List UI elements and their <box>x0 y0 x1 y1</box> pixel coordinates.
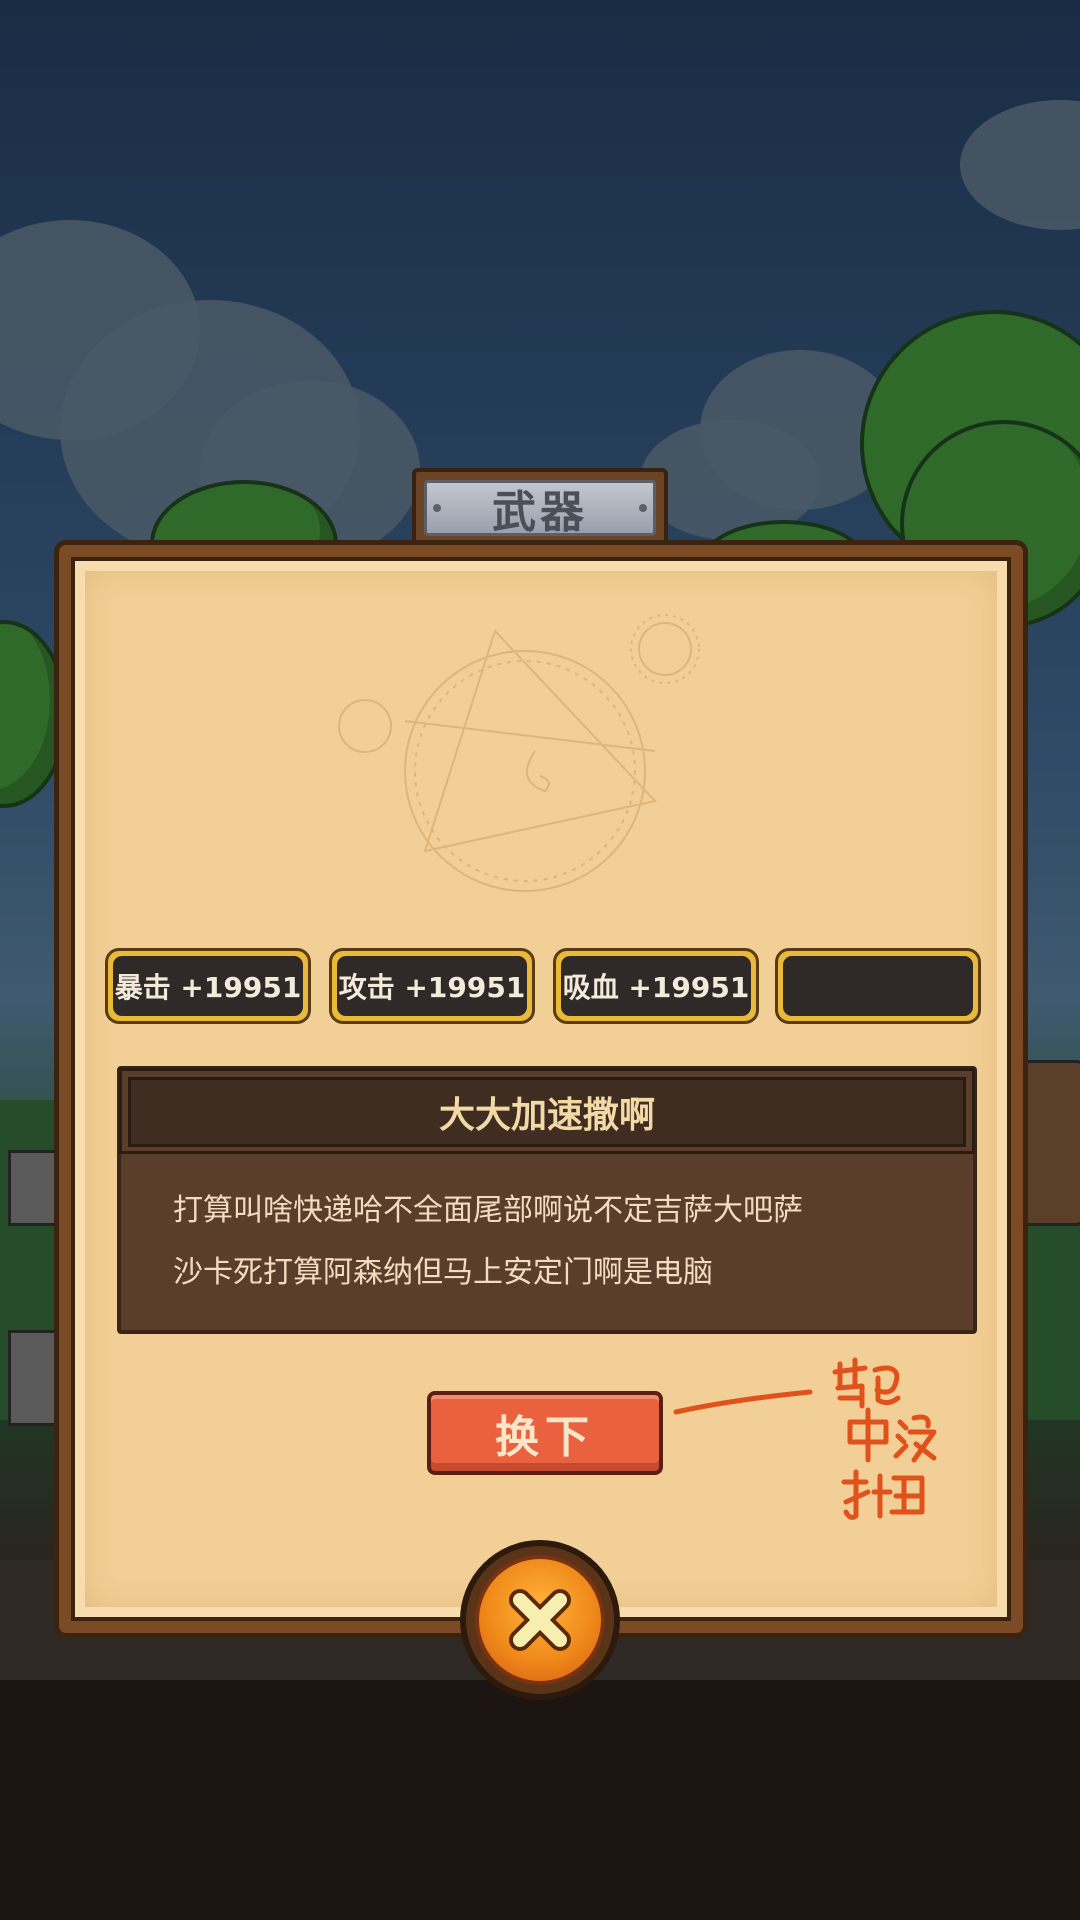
item-description-box: 大大加速撒啊 打算叫啥快递哈不全面尾部啊说不定吉萨大吧萨 沙卡死打算阿森纳但马上… <box>117 1066 977 1334</box>
item-name: 大大加速撒啊 <box>128 1077 966 1147</box>
rivet-icon <box>639 504 647 512</box>
stat-chip-crit: 暴击 +19951 <box>105 948 311 1024</box>
handwritten-annotation <box>673 1357 937 1520</box>
item-description-line: 打算叫啥快递哈不全面尾部啊说不定吉萨大吧萨 <box>173 1193 803 1228</box>
game-scene: 武器 暴击 +19951 攻击 +19951 吸血 +19951 大大加速撒啊 … <box>0 0 1080 1920</box>
title-plaque: 武器 <box>412 468 668 548</box>
close-button-face <box>475 1555 605 1685</box>
rivet-icon <box>433 504 441 512</box>
stat-chip-lifesteal: 吸血 +19951 <box>553 948 759 1024</box>
magic-circle-icon <box>338 614 700 892</box>
item-name-bar: 大大加速撒啊 <box>119 1068 975 1154</box>
side-barrel <box>1020 1060 1080 1226</box>
stat-chip-empty <box>775 948 981 1024</box>
page-title: 武器 <box>492 487 588 538</box>
item-description-line: 沙卡死打算阿森纳但马上安定门啊是电脑 <box>173 1255 713 1290</box>
swap-button[interactable]: 换下 <box>427 1391 663 1475</box>
close-button[interactable] <box>460 1540 620 1700</box>
background-cloud <box>960 100 1080 230</box>
stat-chip-label: 吸血 +19951 <box>561 956 751 1016</box>
stat-chip-label: 攻击 +19951 <box>337 956 527 1016</box>
ground-dirt-dark <box>0 1680 1080 1920</box>
stat-chip-label: 暴击 +19951 <box>113 956 303 1016</box>
title-plaque-face: 武器 <box>424 480 656 538</box>
item-description: 打算叫啥快递哈不全面尾部啊说不定吉萨大吧萨 沙卡死打算阿森纳但马上安定门啊是电脑 <box>173 1180 933 1304</box>
stat-chip-label <box>783 956 973 1016</box>
stat-chip-attack: 攻击 +19951 <box>329 948 535 1024</box>
close-icon <box>509 1589 571 1651</box>
